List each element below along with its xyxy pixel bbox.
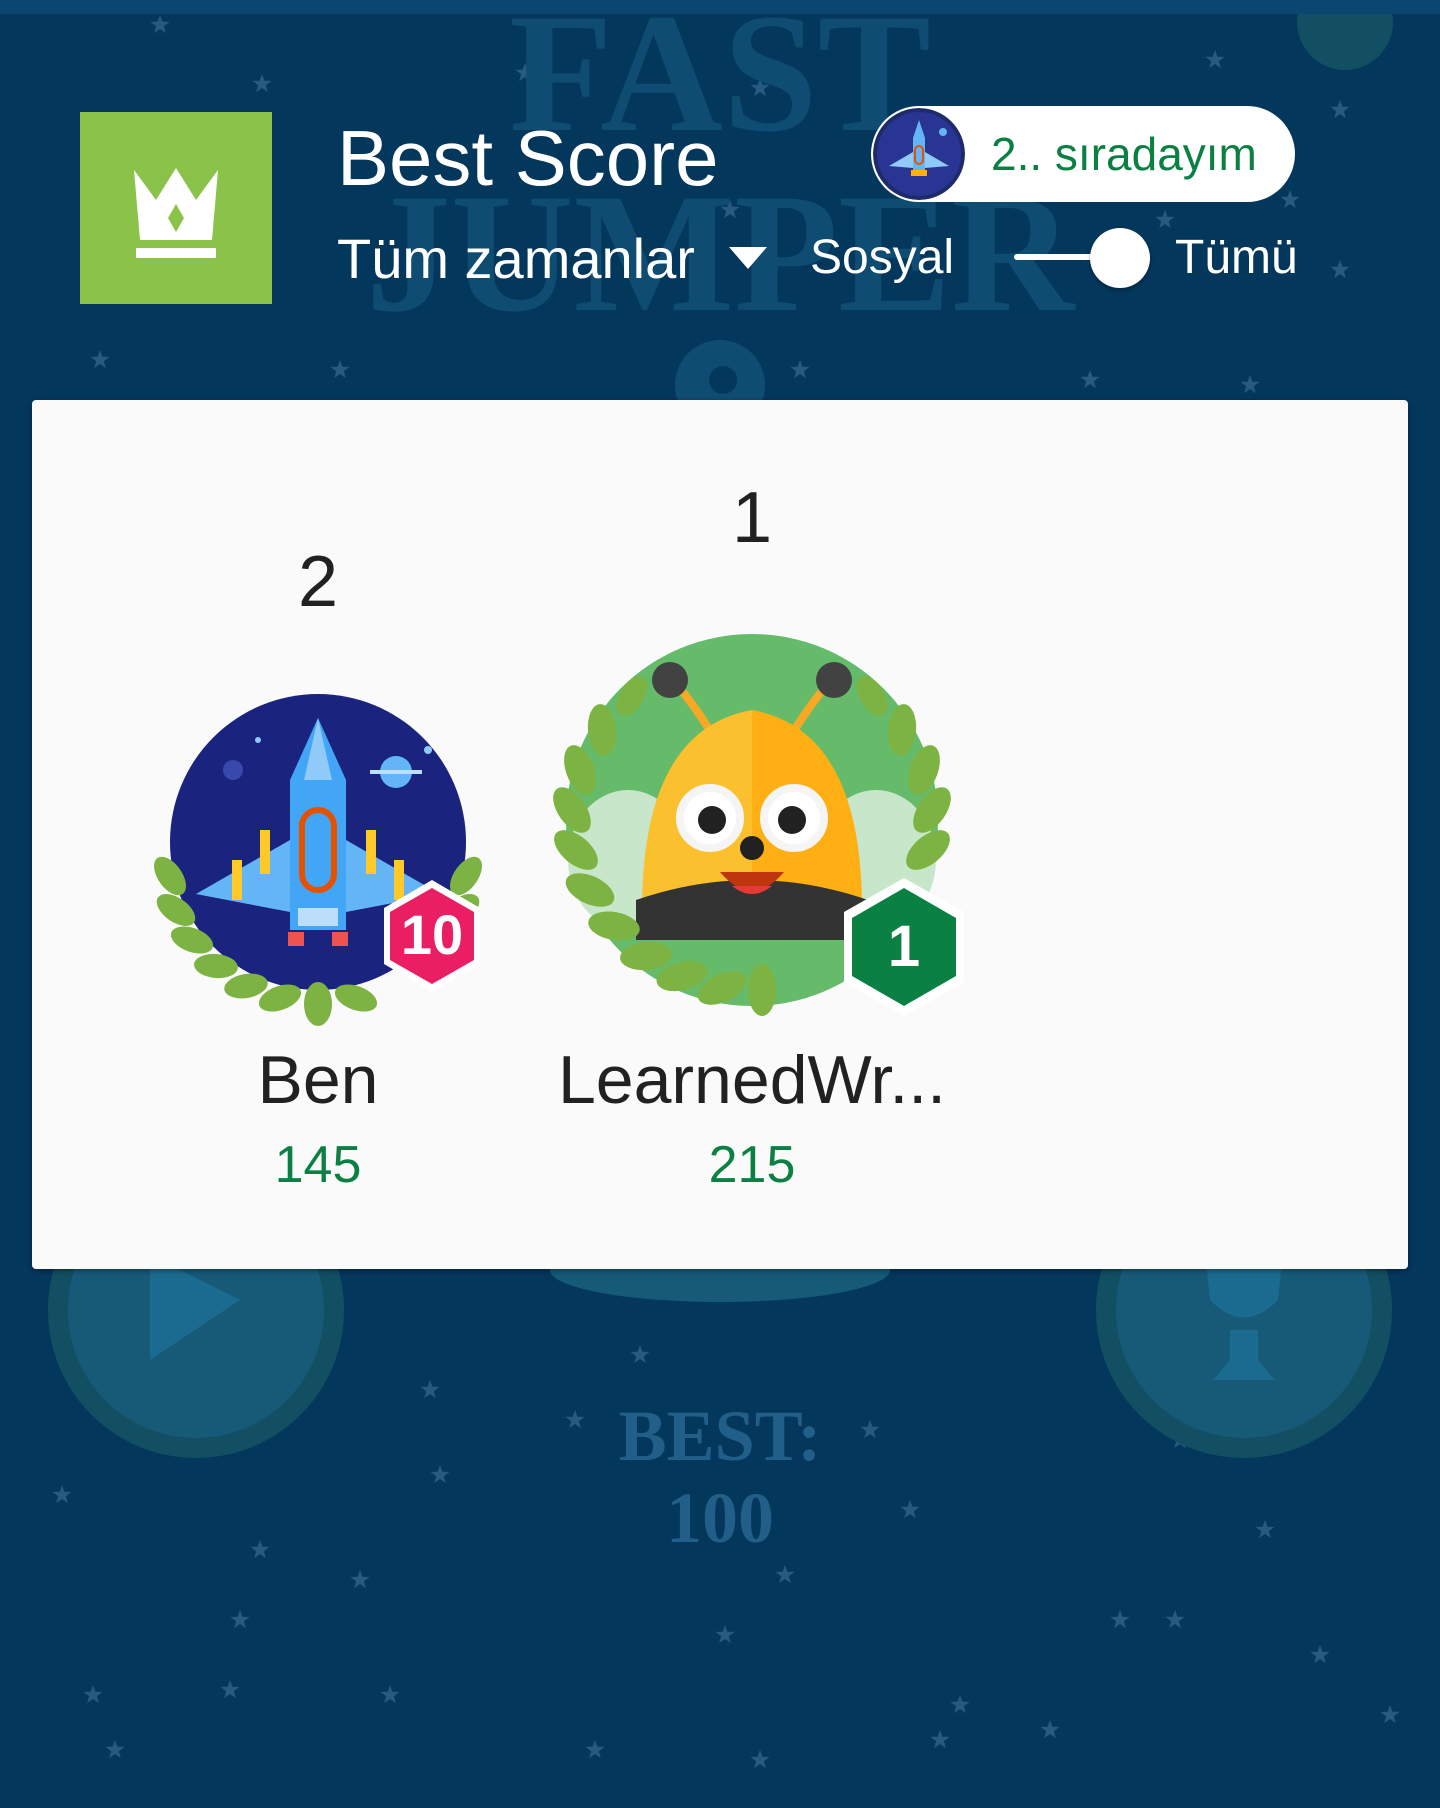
leaderboard-card: 2 10 Ben 145 1 1 LearnedWr... 215	[32, 400, 1408, 1269]
time-period-label: Tüm zamanlar	[337, 226, 695, 290]
crown-icon	[134, 168, 218, 258]
leaderboard-crown-tile	[80, 112, 272, 304]
bg-best-label: BEST:	[619, 1396, 822, 1476]
leaderboard-entry[interactable]: 2 10 Ben 145	[108, 400, 528, 1269]
level-badge: 1	[888, 914, 920, 979]
dropdown-caret-icon	[728, 247, 767, 269]
social-filter-label: Sosyal	[810, 231, 955, 284]
bg-best-value: 100	[666, 1478, 774, 1558]
player-name: LearnedWr...	[557, 1042, 947, 1118]
player-avatar-icon	[873, 108, 965, 200]
social-all-toggle[interactable]	[1010, 226, 1150, 290]
all-filter-label: Tümü	[1175, 231, 1298, 284]
player-score: 145	[274, 1136, 362, 1194]
spaceship-avatar-icon: 10	[154, 694, 482, 1026]
toggle-knob	[1090, 228, 1150, 288]
rank-number: 2	[297, 542, 339, 622]
level-badge: 10	[401, 903, 463, 966]
leaderboard-title: Best Score	[337, 114, 719, 202]
rank-number: 1	[731, 478, 773, 558]
player-name: Ben	[257, 1042, 379, 1118]
my-rank-button[interactable]: 2.. sıradayım	[871, 106, 1295, 202]
leaderboard-entry[interactable]: 1 1 LearnedWr... 215	[542, 400, 964, 1269]
time-period-dropdown[interactable]: Tüm zamanlar	[337, 222, 767, 294]
my-rank-text: 2.. sıradayım	[991, 128, 1257, 180]
bee-avatar-icon: 1	[553, 634, 964, 1016]
player-score: 215	[708, 1136, 796, 1194]
leaderboard-header: Best Score Tüm zamanlar 2.. sıradayım So…	[0, 0, 1440, 360]
